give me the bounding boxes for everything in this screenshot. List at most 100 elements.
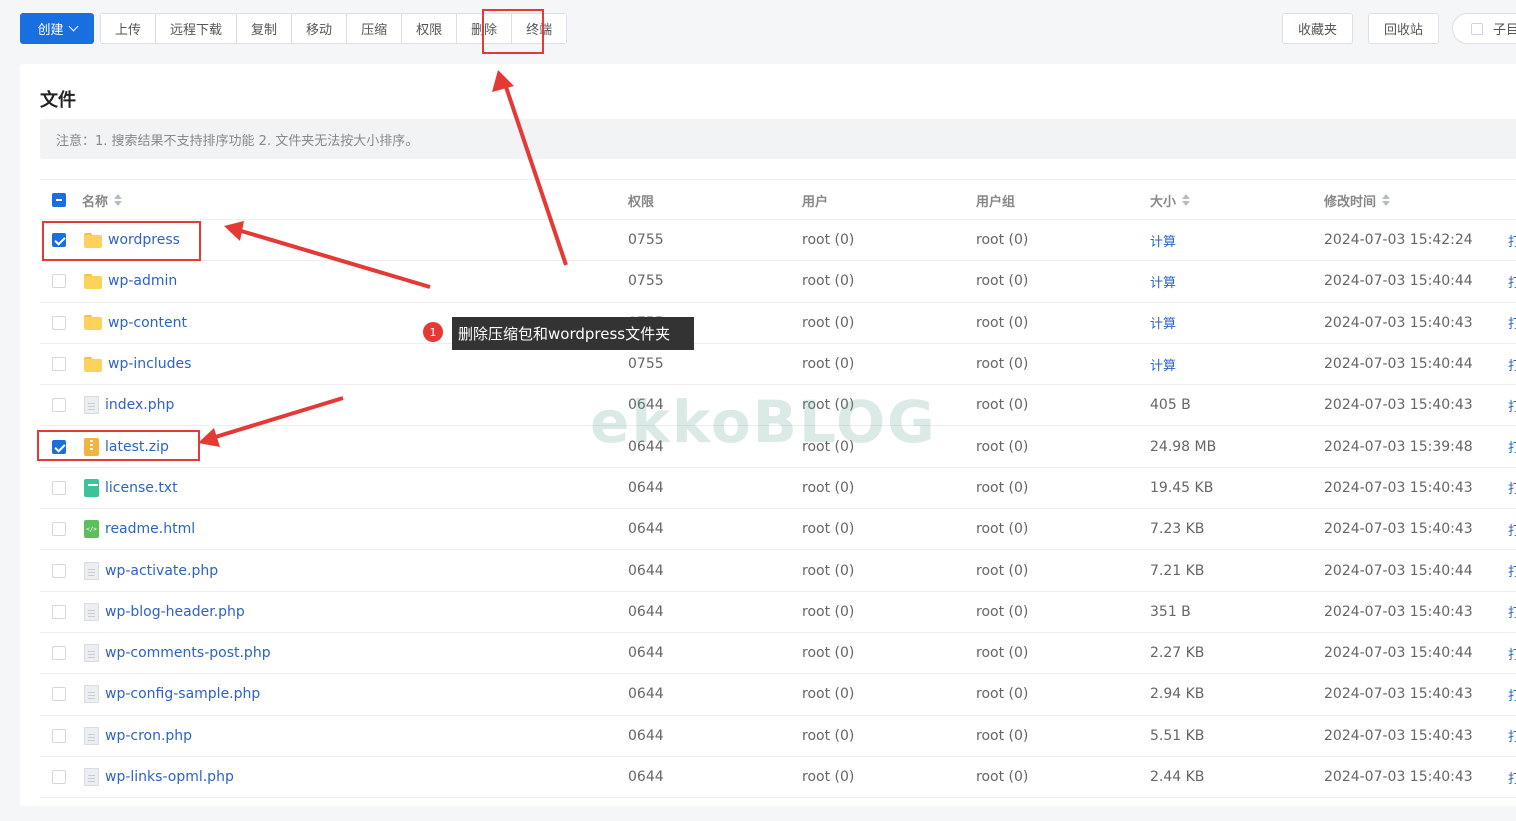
folder-icon (84, 315, 102, 331)
row-checkbox[interactable] (52, 274, 66, 289)
file-name-link[interactable]: index.php (105, 397, 174, 413)
row-checkbox[interactable] (52, 646, 66, 661)
file-name-link[interactable]: latest.zip (105, 439, 169, 455)
table-row[interactable]: wp-activate.php 0644 root (0) root (0) 7… (40, 550, 1516, 592)
file-name-link[interactable]: wp-comments-post.php (105, 645, 271, 661)
recycle-bin-button[interactable]: 回收站 (1368, 13, 1440, 44)
remote-download-button[interactable]: 远程下载 (156, 14, 238, 43)
column-user: 用户 (802, 194, 829, 210)
open-action-link[interactable]: 打 (1508, 272, 1516, 291)
row-checkbox[interactable] (52, 522, 66, 537)
file-group: root (0) (976, 727, 1029, 744)
file-name-link[interactable]: wp-blog-header.php (105, 604, 245, 620)
text-file-icon (84, 478, 99, 497)
file-size: 2.44 KB (1150, 769, 1205, 785)
calculate-size-link[interactable]: 计算 (1150, 272, 1176, 291)
table-row[interactable]: </> readme.html 0644 root (0) root (0) 7… (40, 509, 1516, 551)
open-action-link[interactable]: 打 (1508, 685, 1516, 704)
open-action-link[interactable]: 打 (1508, 602, 1516, 621)
open-action-link[interactable]: 打 (1508, 231, 1516, 250)
file-name-link[interactable]: wp-activate.php (105, 563, 218, 579)
calculate-size-link[interactable]: 计算 (1150, 313, 1176, 332)
column-name[interactable]: 名称 (82, 180, 123, 220)
row-checkbox[interactable] (52, 439, 66, 454)
table-row[interactable]: wordpress 0755 root (0) root (0) 计算 2024… (40, 220, 1516, 262)
file-permission: 0755 (628, 232, 664, 249)
create-button[interactable]: 创建 (20, 13, 94, 44)
file-name-link[interactable]: wp-cron.php (105, 728, 192, 744)
table-row[interactable]: wp-config-sample.php 0644 root (0) root … (40, 674, 1516, 716)
table-row[interactable]: wp-blog-header.php 0644 root (0) root (0… (40, 592, 1516, 633)
subdirectory-checkbox[interactable] (1471, 22, 1483, 35)
row-checkbox[interactable] (52, 315, 66, 330)
step-badge: 1 (423, 322, 443, 342)
file-icon (84, 602, 99, 621)
column-size-label: 大小 (1150, 194, 1177, 210)
file-name-link[interactable]: wp-config-sample.php (105, 686, 260, 702)
row-checkbox[interactable] (52, 687, 66, 702)
file-user: root (0) (802, 314, 855, 331)
page-title: 文件 (40, 90, 76, 111)
table-row[interactable]: wp-comments-post.php 0644 root (0) root … (40, 633, 1516, 675)
delete-button[interactable]: 删除 (457, 14, 513, 43)
open-action-link[interactable]: 打 (1508, 396, 1516, 415)
open-action-link[interactable]: 打 (1508, 561, 1516, 580)
table-row[interactable]: wp-includes 0755 root (0) root (0) 计算 20… (40, 344, 1516, 386)
file-permission: 0644 (628, 686, 664, 703)
calculate-size-link[interactable]: 计算 (1150, 231, 1176, 250)
file-group: root (0) (976, 232, 1029, 249)
compress-button[interactable]: 压缩 (347, 14, 403, 43)
file-name-link[interactable]: wp-admin (108, 273, 177, 289)
table-row[interactable]: wp-cron.php 0644 root (0) root (0) 5.51 … (40, 716, 1516, 757)
file-size: 7.21 KB (1150, 562, 1205, 579)
table-row[interactable]: index.php 0644 root (0) root (0) 405 B 2… (40, 385, 1516, 427)
row-checkbox[interactable] (52, 563, 66, 578)
row-checkbox[interactable] (52, 357, 66, 372)
folder-icon (84, 232, 102, 248)
file-size: 19.45 KB (1150, 479, 1214, 496)
permission-button[interactable]: 权限 (402, 14, 458, 43)
row-checkbox[interactable] (52, 728, 66, 743)
column-size[interactable]: 大小 (1150, 180, 1191, 220)
file-name-link[interactable]: wordpress (108, 232, 180, 248)
table-body: wordpress 0755 root (0) root (0) 计算 2024… (40, 220, 1516, 799)
file-permission: 0644 (628, 521, 664, 538)
column-modified[interactable]: 修改时间 (1324, 180, 1391, 220)
upload-button[interactable]: 上传 (101, 14, 157, 43)
select-all-checkbox[interactable] (52, 193, 66, 207)
favorites-button[interactable]: 收藏夹 (1282, 13, 1354, 44)
open-action-link[interactable]: 打 (1508, 768, 1516, 787)
copy-button[interactable]: 复制 (237, 14, 293, 43)
file-name-link[interactable]: wp-includes (108, 356, 191, 372)
file-permission: 0644 (628, 562, 664, 579)
open-action-link[interactable]: 打 (1508, 478, 1516, 497)
table-row[interactable]: wp-links-opml.php 0644 root (0) root (0)… (40, 757, 1516, 799)
open-action-link[interactable]: 打 (1508, 313, 1516, 332)
row-checkbox[interactable] (52, 770, 66, 784)
row-checkbox[interactable] (52, 480, 66, 495)
table-row[interactable]: wp-admin 0755 root (0) root (0) 计算 2024-… (40, 261, 1516, 303)
table-row[interactable]: latest.zip 0644 root (0) root (0) 24.98 … (40, 426, 1516, 468)
file-name-link[interactable]: readme.html (105, 521, 195, 537)
folder-icon (84, 356, 102, 372)
file-name-link[interactable]: wp-links-opml.php (105, 769, 234, 785)
zip-file-icon (84, 437, 99, 456)
row-checkbox[interactable] (52, 604, 66, 619)
row-checkbox[interactable] (52, 233, 66, 248)
file-name-link[interactable]: license.txt (105, 480, 178, 496)
file-size: 351 B (1150, 603, 1191, 620)
file-icon (84, 685, 99, 704)
subdirectory-toggle[interactable]: 子目录 (1452, 13, 1516, 44)
terminal-button[interactable]: 终端 (512, 14, 567, 43)
row-checkbox[interactable] (52, 398, 66, 413)
open-action-link[interactable]: 打 (1508, 355, 1516, 374)
calculate-size-link[interactable]: 计算 (1150, 355, 1176, 374)
open-action-link[interactable]: 打 (1508, 437, 1516, 456)
table-row[interactable]: license.txt 0644 root (0) root (0) 19.45… (40, 468, 1516, 510)
move-button[interactable]: 移动 (292, 14, 348, 43)
table-row[interactable]: wp-content 0755 root (0) root (0) 计算 202… (40, 303, 1516, 344)
open-action-link[interactable]: 打 (1508, 520, 1516, 539)
open-action-link[interactable]: 打 (1508, 644, 1516, 663)
file-name-link[interactable]: wp-content (108, 315, 187, 331)
open-action-link[interactable]: 打 (1508, 726, 1516, 745)
